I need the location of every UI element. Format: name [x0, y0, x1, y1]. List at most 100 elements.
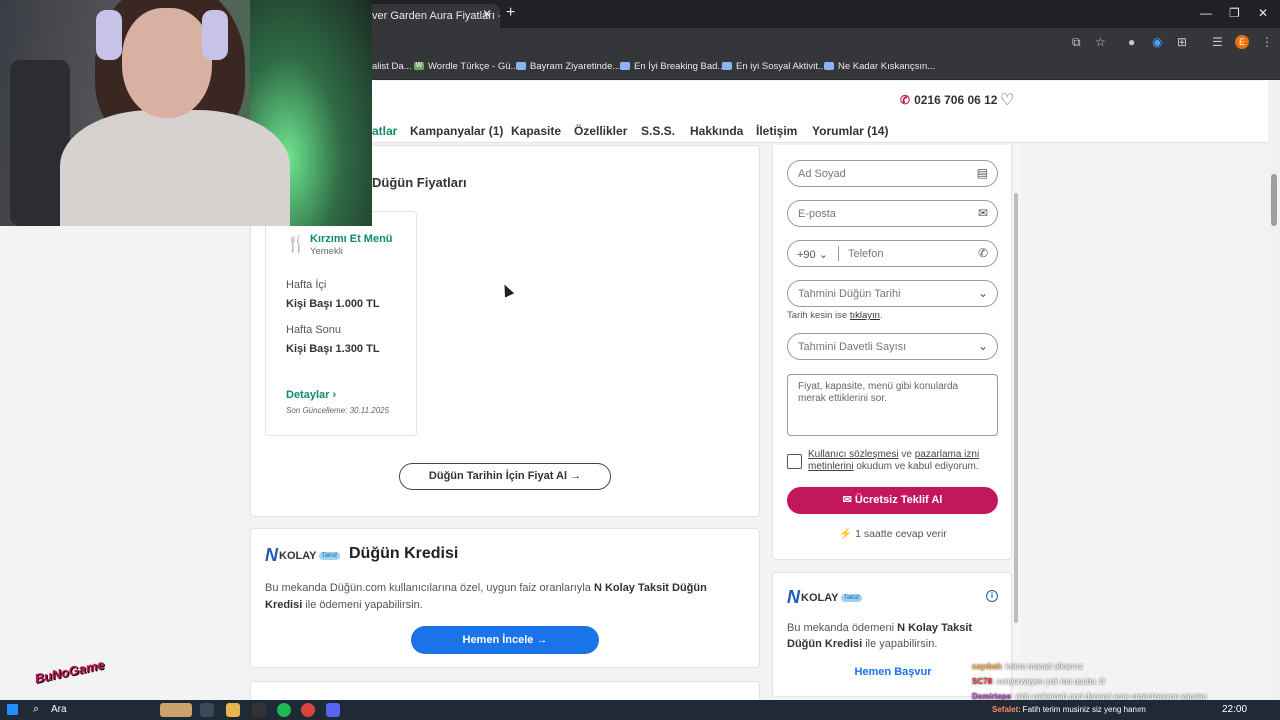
extensions-puzzle-icon[interactable]: ⊞ — [1177, 35, 1187, 49]
profile-avatar[interactable]: E — [1235, 35, 1249, 49]
mail-icon: ✉ — [977, 206, 988, 220]
bookmark-item[interactable]: En iyi Sosyal Aktivit... — [722, 61, 826, 72]
terms-checkbox[interactable] — [787, 454, 802, 469]
tab-close-icon[interactable]: ✕ — [482, 7, 492, 21]
nav-item-reviews[interactable]: Yorumlar (14) — [812, 124, 888, 138]
bookmark-star-icon[interactable]: ☆ — [1095, 35, 1106, 49]
streamer-face — [122, 8, 212, 118]
folder-icon — [516, 62, 526, 71]
quote-form: Ad Soyad ▤ E-posta ✉ +90 ⌄ Telefon ✆ Tahmi… — [772, 145, 1012, 560]
email-field[interactable]: E-posta ✉ — [787, 200, 998, 227]
webcam-overlay — [0, 0, 372, 226]
weekday-price: Kişi Başı 1.000 TL — [286, 298, 380, 310]
nav-item-prices[interactable]: atlar — [372, 124, 397, 138]
discord-icon[interactable] — [326, 703, 340, 717]
prices-title: Düğün Fiyatları — [372, 175, 467, 190]
more-menu-icon[interactable]: ⋮ — [1261, 35, 1273, 49]
credit-title: Düğün Kredisi — [349, 545, 459, 562]
folder-icon — [824, 62, 834, 71]
guest-count-select[interactable]: Tahmini Davetli Sayısı ⌄ — [787, 333, 998, 360]
nav-item-about[interactable]: Hakkında — [690, 124, 743, 138]
bookmark-item[interactable]: Ne Kadar Kıskançsın... — [824, 61, 935, 72]
nav-item-contact[interactable]: İletişim — [756, 124, 797, 138]
chevron-down-icon: ⌄ — [977, 339, 988, 353]
arrow-right-icon: → — [536, 634, 548, 646]
weekend-price: Kişi Başı 1.300 TL — [286, 343, 380, 355]
chevron-down-icon: ⌄ — [977, 286, 988, 300]
phone-icon: ✆ — [900, 93, 911, 107]
inspect-now-button[interactable]: Hemen İncele → — [411, 626, 599, 654]
info-icon[interactable]: i — [986, 590, 998, 602]
chat-ticker: Sefalet: Fatih terim musiniz siz yeng ha… — [992, 705, 1146, 714]
bookmark-item[interactable]: En İyi Breaking Bad... — [620, 61, 725, 72]
sidebar-scrollbar[interactable] — [1014, 143, 1019, 701]
chevron-right-icon: › — [332, 389, 337, 401]
fork-knife-icon: 🍴 — [286, 236, 306, 253]
headset-icon — [96, 10, 122, 60]
page-scrollbar[interactable] — [1268, 81, 1280, 701]
windows-start-icon[interactable] — [7, 704, 18, 715]
bookmark-item[interactable]: alist Da... — [372, 61, 412, 72]
taskbar-clock: 22:00 — [1222, 704, 1248, 715]
id-card-icon: ▤ — [976, 166, 988, 180]
file-explorer-icon[interactable] — [226, 703, 240, 717]
details-link[interactable]: Detaylar › — [286, 389, 336, 401]
nav-item-faq[interactable]: S.S.S. — [641, 124, 675, 138]
user-agreement-link[interactable]: Kullanıcı sözleşmesi — [808, 449, 899, 460]
chat-message: SC78: sariyorwayen yok ma usuba :0 — [972, 677, 1105, 686]
tab-title: ver Garden Aura Fiyatları - Kı — [372, 10, 500, 22]
chrome-icon[interactable] — [301, 703, 315, 717]
nav-item-features[interactable]: Özellikler — [574, 124, 627, 138]
close-window-icon[interactable]: ✕ — [1258, 6, 1268, 20]
nav-item-campaigns[interactable]: Kampanyalar (1) — [410, 124, 503, 138]
new-tab-icon[interactable]: + — [506, 4, 515, 22]
streamer-body — [60, 110, 290, 226]
exact-date-link[interactable]: tıklayın — [850, 310, 880, 321]
menu-type: Yemekli — [310, 246, 343, 257]
cast-icon[interactable]: ⧉ — [1072, 35, 1081, 50]
browser-tab[interactable]: ver Garden Aura Fiyatları - Kı — [360, 4, 500, 28]
taskbar-search[interactable]: Ara — [51, 704, 67, 715]
divider — [838, 246, 839, 261]
nkolay-logo: N KOLAY Taksit — [787, 587, 862, 608]
reading-list-icon[interactable]: ☰ — [1212, 35, 1223, 49]
steam-icon[interactable] — [252, 703, 266, 717]
next-section-card — [250, 681, 760, 701]
weekend-label: Hafta Sonu — [286, 324, 342, 336]
phone-field[interactable]: +90 ⌄ Telefon ✆ — [787, 240, 998, 267]
nkolay-logo: N KOLAY Taksit — [265, 545, 340, 566]
free-quote-button[interactable]: ✉ Ücretsiz Teklif Al — [787, 487, 998, 514]
response-time: ⚡ 1 saatte cevap verir — [839, 528, 947, 540]
bookmark-item[interactable]: W Wordle Türkçe - Gü... — [414, 61, 518, 72]
extension-icon[interactable]: ● — [1128, 35, 1135, 49]
widgets-icon[interactable] — [160, 703, 192, 717]
extension-icon[interactable]: ◉ — [1152, 35, 1162, 49]
terms-text: Kullanıcı sözleşmesi ve pazarlama izni m… — [808, 449, 980, 472]
country-code-select[interactable]: +90 ⌄ — [797, 248, 828, 261]
chevron-down-icon: ⌄ — [818, 249, 828, 261]
phone-number[interactable]: ✆ 0216 706 06 12 — [900, 93, 997, 107]
minimize-icon[interactable]: — — [1200, 6, 1212, 20]
mail-icon: ✉ — [842, 494, 852, 506]
date-hint: Tarih kesin ise tıklayın. — [787, 310, 883, 321]
windows-taskbar: ⌕ Ara Sefalet: Fatih terim musiniz siz y… — [0, 700, 1280, 720]
restore-icon[interactable]: ❐ — [1229, 6, 1240, 20]
spotify-icon[interactable] — [277, 703, 291, 717]
get-price-button[interactable]: Düğün Tarihin İçin Fiyat Al → — [399, 463, 611, 490]
nav-item-capacity[interactable]: Kapasite — [511, 124, 561, 138]
chat-message: cayıbalı: kebre manati alkarırız — [972, 662, 1083, 671]
name-field[interactable]: Ad Soyad ▤ — [787, 160, 998, 187]
weekday-label: Hafta İçi — [286, 279, 327, 291]
wedding-date-select[interactable]: Tahmini Düğün Tarihi ⌄ — [787, 280, 998, 307]
message-textarea[interactable]: Fiyat, kapasite, menü gibi konularda mer… — [787, 374, 998, 436]
task-view-icon[interactable] — [200, 703, 214, 717]
search-icon[interactable]: ⌕ — [33, 703, 39, 716]
folder-icon — [620, 62, 630, 71]
bookmark-item[interactable]: Bayram Ziyaretinde... — [516, 61, 620, 72]
arrow-right-icon: → — [570, 470, 582, 482]
scrollbar-thumb[interactable] — [1271, 174, 1277, 226]
menu-name: Kırzımı Et Menü — [310, 233, 393, 245]
scrollbar-thumb[interactable] — [1014, 193, 1018, 623]
credit-description: Bu mekanda Düğün.com kullanıcılarına öze… — [265, 582, 707, 611]
heart-icon[interactable]: ♡ — [1000, 90, 1014, 110]
